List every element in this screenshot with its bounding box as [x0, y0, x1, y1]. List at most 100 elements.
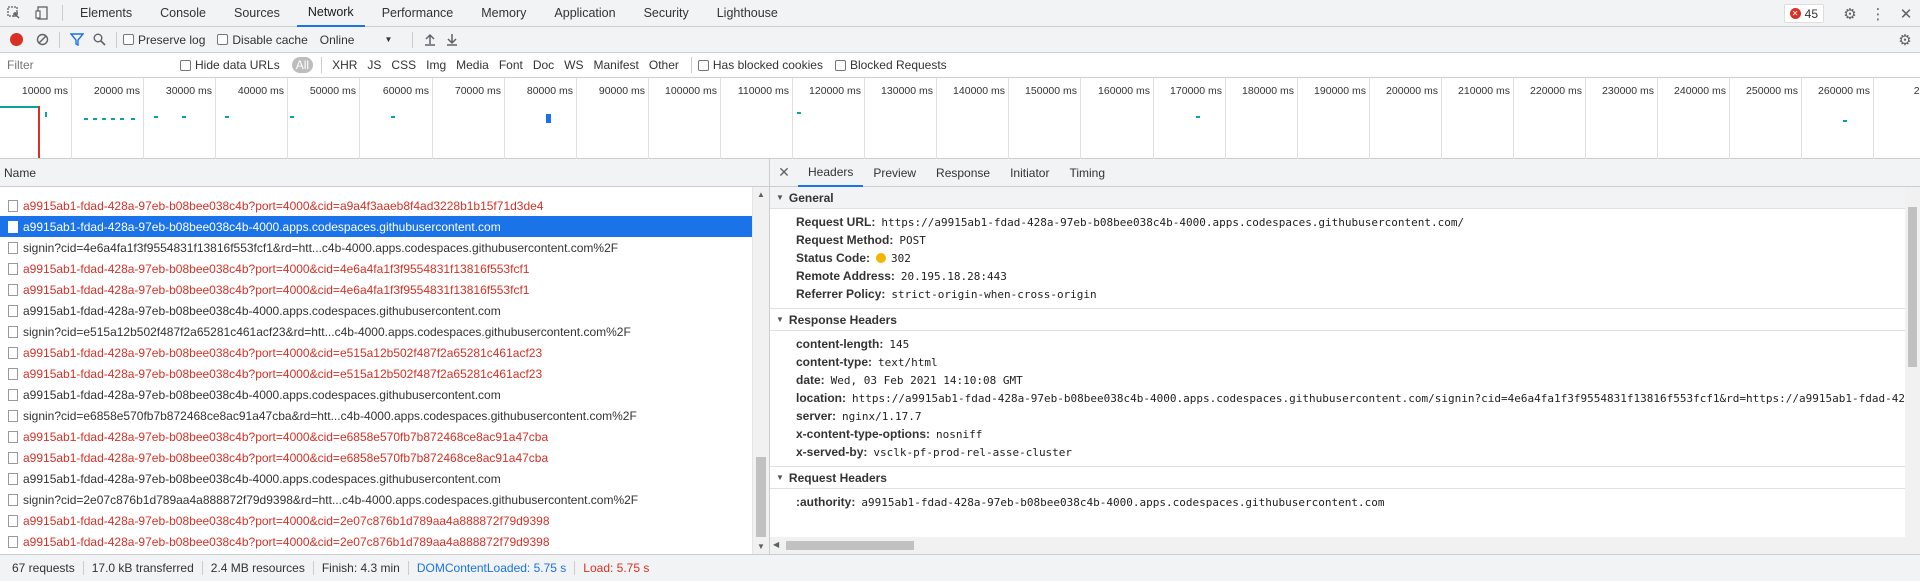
expand-triangle-icon[interactable]: ▼: [776, 193, 784, 202]
scrollbar-thumb[interactable]: [786, 541, 914, 550]
scrollbar-thumb[interactable]: [756, 457, 766, 537]
filter-type-img[interactable]: Img: [422, 57, 450, 73]
timeline-gridline: [576, 78, 577, 159]
scroll-down-arrow-icon[interactable]: ▼: [757, 542, 765, 551]
close-devtools-icon[interactable]: ✕: [1892, 0, 1920, 27]
timeline-gridline: [648, 78, 649, 159]
filter-type-manifest[interactable]: Manifest: [590, 57, 643, 73]
checkbox-box[interactable]: [217, 34, 229, 45]
close-detail-icon[interactable]: ✕: [770, 159, 798, 187]
filter-type-ws[interactable]: WS: [560, 57, 587, 73]
filter-type-media[interactable]: Media: [452, 57, 493, 73]
timeline-request-bar: [1843, 120, 1847, 122]
tab-memory[interactable]: Memory: [470, 0, 537, 27]
name-column-header[interactable]: Name: [0, 159, 769, 187]
request-row[interactable]: a9915ab1-fdad-428a-97eb-b08bee038c4b?por…: [0, 426, 752, 447]
tab-security[interactable]: Security: [633, 0, 700, 27]
search-icon[interactable]: [88, 29, 110, 51]
record-icon[interactable]: [10, 33, 23, 46]
import-har-icon[interactable]: [419, 29, 441, 51]
error-icon: ✕: [1789, 8, 1801, 19]
filter-type-js[interactable]: JS: [363, 57, 385, 73]
filter-type-font[interactable]: Font: [495, 57, 527, 73]
request-row[interactable]: a9915ab1-fdad-428a-97eb-b08bee038c4b?por…: [0, 531, 752, 552]
hide-data-urls-checkbox[interactable]: Hide data URLs: [180, 58, 280, 72]
tab-network[interactable]: Network: [296, 0, 365, 27]
timeline-gridline: [936, 78, 937, 159]
response-headers-section-header[interactable]: ▼ Response Headers: [770, 309, 1905, 331]
request-row[interactable]: a9915ab1-fdad-428a-97eb-b08bee038c4b?por…: [0, 279, 752, 300]
detail-tab-response[interactable]: Response: [926, 159, 1000, 187]
request-name: a9915ab1-fdad-428a-97eb-b08bee038c4b?por…: [23, 345, 543, 360]
request-row[interactable]: signin?cid=4e6a4fa1f3f9554831f13816f553f…: [0, 237, 752, 258]
preserve-log-checkbox[interactable]: Preserve log: [123, 33, 205, 47]
filter-type-css[interactable]: CSS: [387, 57, 420, 73]
request-row[interactable]: signin?cid=e6858e570fb7b872468ce8ac91a47…: [0, 405, 752, 426]
checkbox-box[interactable]: [180, 59, 191, 71]
expand-triangle-icon[interactable]: ▼: [776, 315, 784, 324]
scroll-left-arrow-icon[interactable]: ◀: [773, 540, 779, 549]
inspect-element-icon[interactable]: [0, 0, 28, 27]
filter-type-doc[interactable]: Doc: [529, 57, 558, 73]
request-name: a9915ab1-fdad-428a-97eb-b08bee038c4b?por…: [23, 450, 549, 465]
tab-lighthouse[interactable]: Lighthouse: [706, 0, 789, 27]
header-value: 20.195.18.28:443: [900, 269, 1007, 283]
request-row[interactable]: a9915ab1-fdad-428a-97eb-b08bee038c4b?por…: [0, 195, 752, 216]
detail-tab-preview[interactable]: Preview: [863, 159, 926, 187]
has-blocked-cookies-checkbox[interactable]: Has blocked cookies: [697, 58, 823, 72]
tab-application[interactable]: Application: [543, 0, 626, 27]
detail-tab-headers[interactable]: Headers: [798, 159, 864, 187]
expand-triangle-icon[interactable]: ▼: [776, 473, 784, 482]
detail-horizontal-scrollbar[interactable]: ◀: [770, 537, 1905, 554]
request-row[interactable]: a9915ab1-fdad-428a-97eb-b08bee038c4b-400…: [0, 216, 752, 237]
tab-elements[interactable]: Elements: [69, 0, 143, 27]
tab-performance[interactable]: Performance: [371, 0, 465, 27]
scroll-up-arrow-icon[interactable]: ▲: [757, 190, 765, 199]
request-headers-section-header[interactable]: ▼ Request Headers: [770, 467, 1905, 489]
overview-selection-window[interactable]: [0, 106, 40, 158]
checkbox-box[interactable]: [697, 59, 709, 71]
clear-icon[interactable]: [31, 29, 53, 51]
timeline-request-bar: [111, 118, 115, 120]
request-row[interactable]: a9915ab1-fdad-428a-97eb-b08bee038c4b?por…: [0, 363, 752, 384]
disable-cache-checkbox[interactable]: Disable cache: [217, 33, 308, 47]
device-toolbar-icon[interactable]: [28, 0, 56, 27]
network-settings-gear-icon[interactable]: ⚙: [1894, 29, 1916, 51]
filter-type-other[interactable]: Other: [645, 57, 683, 73]
request-row[interactable]: a9915ab1-fdad-428a-97eb-b08bee038c4b?por…: [0, 447, 752, 468]
request-row[interactable]: a9915ab1-fdad-428a-97eb-b08bee038c4b?por…: [0, 342, 752, 363]
checkbox-box[interactable]: [834, 59, 846, 71]
export-har-icon[interactable]: [441, 29, 463, 51]
checkbox-box[interactable]: [123, 34, 134, 45]
header-key: content-length:: [796, 337, 884, 351]
scrollbar-thumb[interactable]: [1908, 207, 1917, 367]
settings-gear-icon[interactable]: ⚙: [1836, 0, 1864, 27]
request-row[interactable]: a9915ab1-fdad-428a-97eb-b08bee038c4b-400…: [0, 300, 752, 321]
request-list: a9915ab1-fdad-428a-97eb-b08bee038c4b?por…: [0, 187, 752, 554]
filter-input[interactable]: [4, 55, 172, 75]
error-count-badge[interactable]: ✕ 45: [1783, 4, 1824, 23]
timeline-tick-label: 250000 ms: [1746, 85, 1798, 97]
request-row[interactable]: a9915ab1-fdad-428a-97eb-b08bee038c4b-400…: [0, 468, 752, 489]
tab-console[interactable]: Console: [149, 0, 217, 27]
more-options-icon[interactable]: ⋮: [1864, 0, 1892, 27]
blocked-requests-checkbox[interactable]: Blocked Requests: [834, 58, 947, 72]
request-row[interactable]: signin?cid=e515a12b502f487f2a65281c461ac…: [0, 321, 752, 342]
filter-type-all[interactable]: All: [291, 57, 314, 73]
request-row[interactable]: a9915ab1-fdad-428a-97eb-b08bee038c4b-400…: [0, 384, 752, 405]
throttling-select[interactable]: Online ▼: [320, 33, 393, 47]
filter-type-xhr[interactable]: XHR: [328, 57, 361, 73]
divider: [690, 57, 692, 73]
detail-tab-timing[interactable]: Timing: [1059, 159, 1115, 187]
general-section-header[interactable]: ▼ General: [770, 187, 1905, 209]
network-overview-timeline[interactable]: 10000 ms 20000 ms 30000 ms 40000 ms 50000 ms…: [0, 78, 1920, 159]
request-row[interactable]: a9915ab1-fdad-428a-97eb-b08bee038c4b?por…: [0, 510, 752, 531]
detail-vertical-scrollbar[interactable]: [1905, 187, 1920, 554]
request-row[interactable]: signin?cid=2e07c876b1d789aa4a888872f79d9…: [0, 489, 752, 510]
request-row[interactable]: a9915ab1-fdad-428a-97eb-b08bee038c4b?por…: [0, 258, 752, 279]
filter-icon[interactable]: [66, 29, 88, 51]
tab-sources[interactable]: Sources: [223, 0, 291, 27]
detail-tab-initiator[interactable]: Initiator: [1000, 159, 1059, 187]
request-name: a9915ab1-fdad-428a-97eb-b08bee038c4b?por…: [23, 366, 543, 381]
request-list-scrollbar[interactable]: ▲ ▼: [752, 187, 769, 554]
